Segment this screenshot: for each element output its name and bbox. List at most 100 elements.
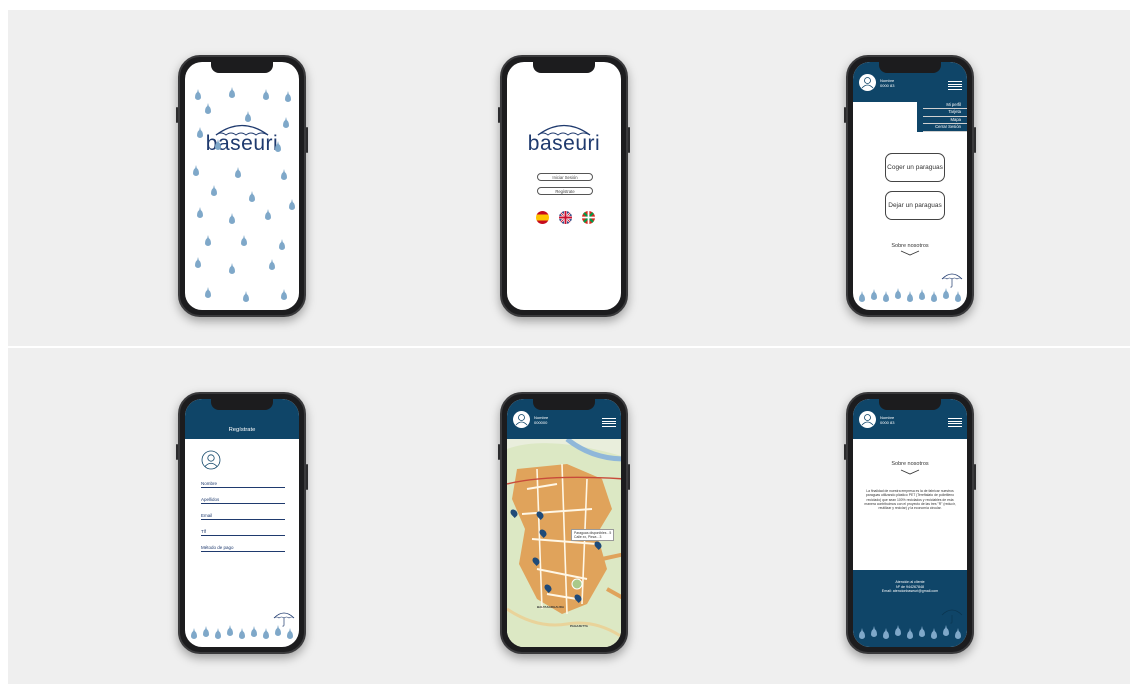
about-title: Sobre nosotros xyxy=(891,461,929,467)
umbrella-icon xyxy=(941,609,963,624)
splash-screen: baseuri xyxy=(185,62,299,310)
phone-about: Nombre 0000 83 Sobre nosotros La finalid… xyxy=(844,392,976,654)
rain-drop-icon xyxy=(281,289,287,300)
about-description: La finalidad de nuestra empresa es la de… xyxy=(864,489,956,511)
phone-notch xyxy=(533,399,595,410)
rain-drop-icon xyxy=(205,103,211,114)
rain-drop-icon xyxy=(205,235,211,246)
about-screen: Nombre 0000 83 Sobre nosotros La finalid… xyxy=(853,399,967,647)
rain-drop-icon xyxy=(955,628,961,639)
rain-drop-icon xyxy=(197,127,203,138)
menu-item-logout[interactable]: Cerrar Sesión xyxy=(923,124,967,132)
payment-method-field[interactable]: Método de pago xyxy=(201,545,285,552)
login-button[interactable]: Iniciar Sesión xyxy=(537,173,593,181)
user-info: Nombre 0000 83 xyxy=(880,78,894,88)
email-field[interactable]: Email xyxy=(201,513,285,520)
chevron-down-icon[interactable] xyxy=(900,250,920,256)
map-screen: Nombre 000000 Paraguas disponibles - 5 C… xyxy=(507,399,621,647)
phone-notch xyxy=(211,399,273,410)
phone-notch xyxy=(879,399,941,410)
rain-drop-icon xyxy=(203,626,209,637)
avatar[interactable] xyxy=(859,74,876,91)
station-tooltip: Paraguas disponibles - 5 Calle xx, Pieza… xyxy=(571,529,615,541)
spain-flag-icon[interactable] xyxy=(536,211,549,224)
menu-item-card[interactable]: Tarjeta xyxy=(923,109,967,117)
leave-umbrella-button[interactable]: Dejar un paraguas xyxy=(885,191,945,220)
rain-drop-icon xyxy=(895,288,901,299)
phone-field[interactable]: Tlf xyxy=(201,529,285,536)
user-id: 0000 83 xyxy=(880,420,895,425)
menu-item-map[interactable]: Mapa xyxy=(923,117,967,125)
user-icon xyxy=(861,414,874,426)
city-map[interactable]: Paraguas disponibles - 5 Calle xx, Pieza… xyxy=(507,439,621,647)
name-field[interactable]: Nombre xyxy=(201,481,285,488)
basque-flag-icon[interactable] xyxy=(582,211,595,224)
rain-drop-icon xyxy=(263,628,269,639)
map-label: PAGAZETTA xyxy=(570,624,588,628)
phone-notch xyxy=(533,62,595,73)
register-button[interactable]: Regístrate xyxy=(537,187,593,195)
take-umbrella-button[interactable]: Coger un paraguas xyxy=(885,153,945,182)
rain-drop-icon xyxy=(243,291,249,302)
user-icon xyxy=(515,414,528,426)
contact-footer: Atención al cliente Nº de 944267848 Emai… xyxy=(853,570,967,647)
hamburger-menu-icon[interactable] xyxy=(948,418,962,428)
user-id: 0000 83 xyxy=(880,83,895,88)
map-label: BALTASARGAURA xyxy=(537,605,565,609)
rain-drop-icon xyxy=(871,289,877,300)
chevron-down-icon xyxy=(900,469,920,475)
hamburger-menu-icon[interactable] xyxy=(948,81,962,91)
menu-item-profile[interactable]: Mi perfil xyxy=(923,102,967,110)
rain-drop-icon xyxy=(229,263,235,274)
rain-drop-icon xyxy=(263,89,269,100)
rain-drop-icon xyxy=(197,207,203,218)
uk-flag-icon[interactable] xyxy=(559,211,572,224)
rain-drop-icon xyxy=(955,291,961,302)
rain-drop-icon xyxy=(241,235,247,246)
rain-drop-icon xyxy=(227,625,233,636)
user-info: Nombre 000000 xyxy=(534,415,548,425)
rain-drop-icon xyxy=(275,141,281,152)
brand-logo: baseuri xyxy=(507,122,621,156)
rain-drop-icon xyxy=(245,111,251,122)
rain-drop-icon xyxy=(275,625,281,636)
brand-name: baseuri xyxy=(527,132,601,155)
rain-drop-icon xyxy=(859,291,865,302)
dropdown-menu: Mi perfil Tarjeta Mapa Cerrar Sesión xyxy=(917,102,967,132)
footer-email[interactable]: Email: atencionbaseuri@gmail.com xyxy=(853,589,967,594)
user-icon[interactable] xyxy=(201,450,221,470)
login-screen: baseuri Iniciar Sesión Regístrate xyxy=(507,62,621,310)
avatar[interactable] xyxy=(513,411,530,428)
rain-drop-icon xyxy=(943,288,949,299)
rain-drop-icon xyxy=(235,167,241,178)
phone-register: Regístrate Nombre Apellidos Email Tlf Mé… xyxy=(176,392,308,654)
user-id: 000000 xyxy=(534,420,548,425)
rain-drop-icon xyxy=(931,291,937,302)
rain-drop-icon xyxy=(281,169,287,180)
rain-drop-icon xyxy=(907,291,913,302)
rain-drop-icon xyxy=(205,287,211,298)
map-graphic xyxy=(507,439,621,647)
rain-drop-icon xyxy=(265,209,271,220)
user-info: Nombre 0000 83 xyxy=(880,415,894,425)
rain-drop-icon xyxy=(859,628,865,639)
phone-notch xyxy=(879,62,941,73)
rain-drop-icon xyxy=(883,291,889,302)
user-icon xyxy=(861,77,874,89)
brand-logo: baseuri xyxy=(185,122,299,156)
rain-drop-icon xyxy=(229,87,235,98)
avatar[interactable] xyxy=(859,411,876,428)
phone-menu: Nombre 0000 83 Mi perfil Tarjeta Mapa Ce… xyxy=(844,55,976,317)
surname-field[interactable]: Apellidos xyxy=(201,497,285,504)
phone-map: Nombre 000000 Paraguas disponibles - 5 C… xyxy=(498,392,630,654)
rain-drop-icon xyxy=(269,259,275,270)
rain-drop-icon xyxy=(871,626,877,637)
hamburger-menu-icon[interactable] xyxy=(602,418,616,428)
about-link[interactable]: Sobre nosotros xyxy=(853,243,967,249)
register-screen: Regístrate Nombre Apellidos Email Tlf Mé… xyxy=(185,399,299,647)
phone-notch xyxy=(211,62,273,73)
rain-drop-icon xyxy=(883,628,889,639)
rain-drop-icon xyxy=(895,625,901,636)
rain-drop-icon xyxy=(943,625,949,636)
phone-login: baseuri Iniciar Sesión Regístrate xyxy=(498,55,630,317)
